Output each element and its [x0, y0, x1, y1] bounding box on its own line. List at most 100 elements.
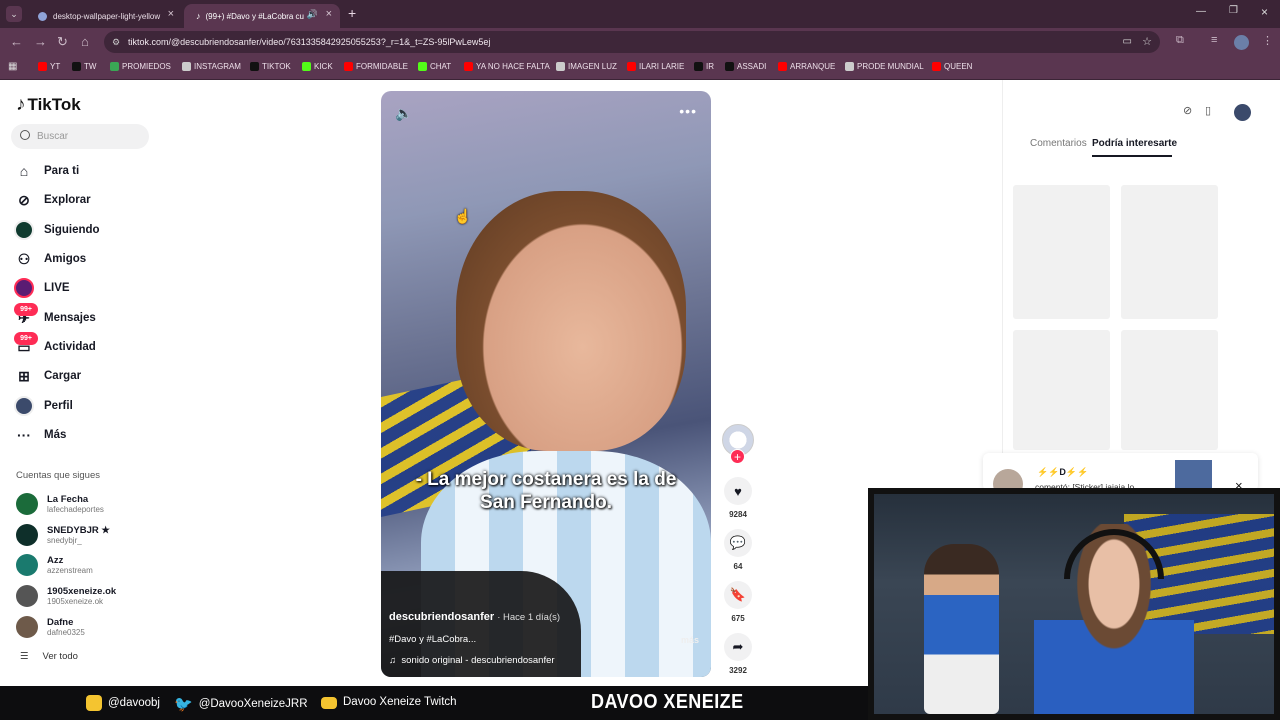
tab-list-chevron-icon[interactable]: ⌄ [6, 6, 22, 22]
video-frame-person [456, 191, 686, 451]
browser-menu-icon[interactable]: ⋮ [1262, 34, 1273, 47]
bookmark-tiktok[interactable]: TIKTOK [250, 62, 291, 71]
video-sound-label: sonido original - descubriendosanfer [401, 655, 555, 666]
bookmark-tw[interactable]: TW [72, 62, 96, 71]
youtube-icon [321, 697, 337, 709]
bookmark-imagen-luz[interactable]: IMAGEN LUZ [556, 62, 617, 71]
bookmark-promiedos[interactable]: PROMIEDOS [110, 62, 171, 71]
video-sound[interactable]: ♫ sonido original - descubriendosanfer [389, 655, 555, 666]
restore-icon[interactable]: ❐ [1229, 5, 1238, 16]
bookmark-label: IR [706, 62, 714, 71]
following-account[interactable]: 1905xeneize.ok 1905xeneize.ok [16, 583, 116, 609]
search-input[interactable]: Buscar [11, 124, 149, 149]
sidebar-item-más[interactable]: ··· Más [14, 424, 66, 446]
account-handle: lafechadeportes [47, 504, 104, 514]
tab-audio-icon[interactable]: 🔊 [307, 9, 318, 20]
browser-tab-wallpaper[interactable]: desktop-wallpaper-light-yellow × [26, 4, 182, 28]
new-tab-button[interactable]: + [348, 5, 356, 21]
video-more-link[interactable]: más [681, 635, 699, 645]
bookmark-kick[interactable]: KICK [302, 62, 333, 71]
twitter-icon: 🐦 [174, 696, 193, 713]
x-icon [72, 62, 81, 71]
url-input[interactable]: ⚙ tiktok.com/@descubriendosanfer/video/7… [104, 31, 1160, 53]
bookmark-ya-no-hace-falta[interactable]: YA NO HACE FALTA [464, 62, 550, 71]
tab-might-interest[interactable]: Podría interesarte [1092, 138, 1177, 149]
forward-icon[interactable]: → [34, 34, 47, 49]
streamer-brand: DAVOO XENEIZE [591, 691, 744, 713]
video-tags[interactable]: #Davo y #LaCobra... [389, 634, 476, 645]
sidebar-item-cargar[interactable]: ⊞ Cargar [14, 365, 81, 387]
following-account[interactable]: SNEDYBJR ★ snedybjr_ [16, 522, 110, 548]
apps-grid-icon[interactable]: ▦ [8, 61, 17, 72]
bookmark-instagram[interactable]: INSTAGRAM [182, 62, 241, 71]
bookmark-label: QUEEN [944, 62, 973, 71]
tab-comments[interactable]: Comentarios [1030, 138, 1087, 149]
suggested-video-placeholder[interactable] [1013, 185, 1110, 319]
bookmark-prode-mundial[interactable]: PRODE MUNDIAL [845, 62, 924, 71]
extensions-icon[interactable]: ⧉ [1176, 34, 1184, 47]
address-bar-row: ← → ↻ ⌂ ⚙ tiktok.com/@descubriendosanfer… [0, 28, 1280, 56]
bookmark-ir[interactable]: IR [694, 62, 714, 71]
account-avatar [16, 524, 38, 546]
sidebar-item-explorar[interactable]: ⊘ Explorar [14, 189, 91, 211]
sidebar-item-siguiendo[interactable]: Siguiendo [14, 219, 100, 241]
suggested-video-placeholder[interactable] [1121, 330, 1218, 450]
following-account[interactable]: Dafne dafne0325 [16, 614, 85, 640]
tab-close-icon[interactable]: × [168, 8, 174, 20]
following-account[interactable]: La Fecha lafechadeportes [16, 491, 104, 517]
reload-icon[interactable]: ↻ [57, 34, 68, 50]
volume-icon[interactable]: 🔈 [395, 105, 412, 122]
sidebar-item-para-ti[interactable]: ⌂ Para ti [14, 160, 79, 182]
tiktok-logo[interactable]: ♪ TikTok [16, 94, 81, 116]
sidebar-item-amigos[interactable]: ⚇ Amigos [14, 248, 86, 270]
sidebar-item-label: Perfil [44, 400, 73, 412]
coin-icon[interactable]: ⊘ [1183, 104, 1192, 117]
instagram-icon [86, 695, 102, 711]
suggested-video-placeholder[interactable] [1013, 330, 1110, 450]
cast-icon[interactable]: ▭ [1123, 31, 1132, 53]
bookmark-arranque[interactable]: ARRANQUE [778, 62, 835, 71]
notification-thumbnail [1175, 460, 1212, 488]
back-icon[interactable]: ← [10, 34, 23, 49]
bookmark-label: PRODE MUNDIAL [857, 62, 924, 71]
user-avatar[interactable] [1234, 104, 1251, 121]
sidebar-item-live[interactable]: LIVE [14, 277, 70, 299]
minimize-icon[interactable]: — [1196, 6, 1206, 17]
follow-plus-button[interactable]: + [730, 449, 745, 464]
url-text: tiktok.com/@descubriendosanfer/video/763… [128, 37, 491, 47]
sidebar-item-label: Amigos [44, 253, 87, 265]
see-all-link[interactable]: ☰ Ver todo [20, 651, 78, 662]
bookmark-queen[interactable]: QUEEN [932, 62, 972, 71]
video-player[interactable]: 🔈 ••• - La mejor costanera es la de San … [381, 91, 711, 677]
home-icon[interactable]: ⌂ [81, 34, 89, 49]
bookmark-star-icon[interactable]: ☆ [1142, 31, 1152, 53]
like-button[interactable]: ♥ 9284 [722, 477, 754, 519]
site-info-icon[interactable]: ⚙ [112, 31, 120, 53]
mk-icon [694, 62, 703, 71]
bookmark-ilari-larie[interactable]: ILARI LARIE [627, 62, 684, 71]
bookmark-chat[interactable]: CHAT [418, 62, 451, 71]
account-name: 1905xeneize.ok [47, 585, 117, 597]
window-close-icon[interactable]: × [1261, 5, 1268, 19]
browser-tab-tiktok[interactable]: ♪ (99+) #Davo y #LaCobra cu 🔊 × [184, 4, 340, 28]
browser-profile-avatar[interactable] [1234, 35, 1249, 50]
tab-close-icon[interactable]: × [326, 8, 332, 20]
bookmark-yt[interactable]: YT [38, 62, 60, 71]
bookmark-icon: 🔖 [724, 581, 752, 609]
share-button[interactable]: ➦ 3292 [722, 633, 754, 675]
comment-notification[interactable]: ⚡⚡D⚡⚡ comentó: [Sticker] jajaja lo × [983, 453, 1258, 499]
following-account[interactable]: Azz azzenstream [16, 552, 93, 578]
sidebar-item-perfil[interactable]: Perfil [14, 395, 73, 417]
bookmark-assadi[interactable]: ASSADI [725, 62, 766, 71]
sidebar-item-label: Para ti [44, 165, 80, 177]
media-icon[interactable]: ≡ [1211, 34, 1217, 46]
notification-badge: 99+ [14, 303, 38, 316]
suggested-video-placeholder[interactable] [1121, 185, 1218, 319]
youtube-icon [344, 62, 353, 71]
more-options-icon[interactable]: ••• [679, 103, 697, 119]
device-icon[interactable]: ▯ [1205, 104, 1211, 117]
video-author[interactable]: descubriendosanfer · Hace 1 día(s) [389, 611, 560, 623]
bookmark-formidable[interactable]: FORMIDABLE [344, 62, 408, 71]
save-button[interactable]: 🔖 675 [722, 581, 754, 623]
comment-button[interactable]: 💬 64 [722, 529, 754, 571]
